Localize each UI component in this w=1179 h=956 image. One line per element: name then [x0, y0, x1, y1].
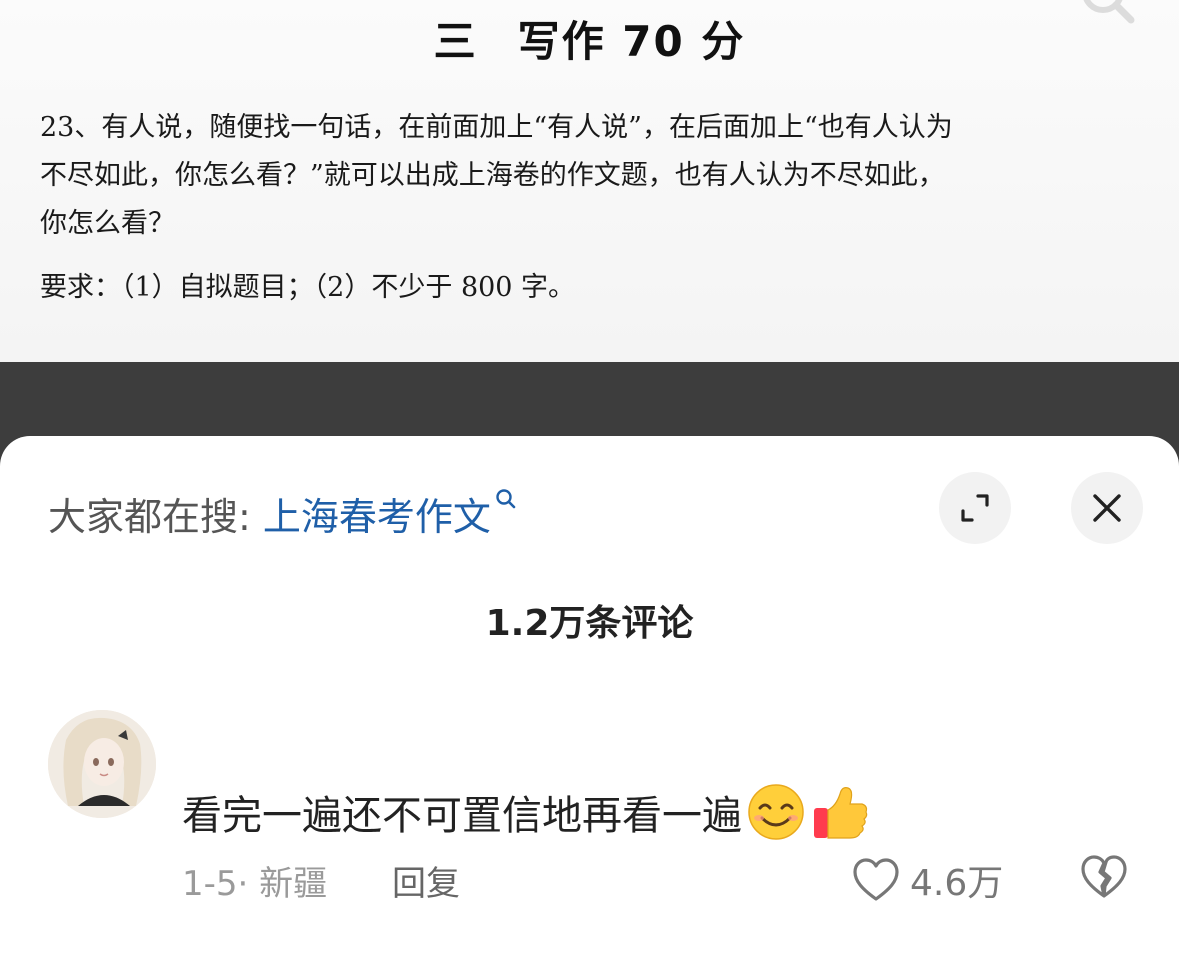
expand-button[interactable] [939, 472, 1011, 544]
reply-button[interactable]: 回复 [392, 856, 460, 905]
close-button[interactable] [1071, 472, 1143, 544]
comment-meta: 1-5· 新疆 [182, 864, 328, 904]
like-button[interactable]: 4.6万 [852, 854, 1003, 906]
trending-search: 大家都在搜: 上海春考作文 [48, 486, 517, 541]
trending-search-link[interactable]: 上海春考作文 [263, 495, 491, 539]
comment-text: 看完一遍还不可置信地再看一遍 [182, 782, 870, 842]
like-count: 4.6万 [910, 863, 1004, 904]
essay-question: 23、有人说，随便找一句话，在前面加上“有人说”，在后面加上“也有人认为 不尽如… [40, 112, 953, 239]
comment-count: 1.2万条评论 [485, 603, 694, 644]
thumbs-up-emoji [814, 787, 868, 839]
section-heading: 三写作 70 分 [433, 17, 746, 66]
avatar-image [48, 710, 156, 818]
search-icon[interactable] [495, 488, 517, 510]
expand-icon [961, 494, 989, 522]
smiling-face-emoji [748, 784, 804, 840]
close-icon [1093, 494, 1121, 522]
heart-icon [853, 858, 899, 901]
broken-heart-icon[interactable] [1080, 854, 1128, 900]
essay-requirement: 要求：（1）自拟题目；（2）不少于 800 字。 [40, 272, 576, 303]
avatar[interactable] [48, 710, 156, 818]
comment-sheet: 大家都在搜: 上海春考作文 1.2万条评论 看完一遍还不可置信地再看一遍 1-5… [0, 436, 1179, 956]
exam-document-image: 三写作 70 分 23、有人说，随便找一句话，在前面加上“有人说”，在后面加上“… [0, 0, 1179, 362]
